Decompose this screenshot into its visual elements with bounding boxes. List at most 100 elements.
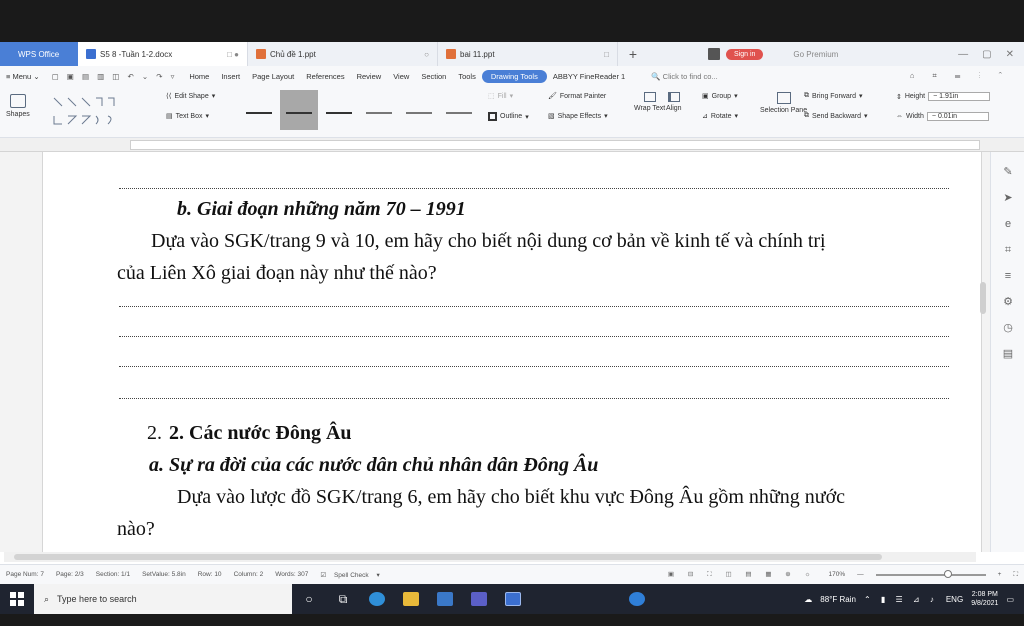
mail-icon[interactable] bbox=[428, 592, 462, 606]
menu-insert[interactable]: Insert bbox=[215, 72, 246, 81]
panel-icon[interactable]: ▤ bbox=[1002, 348, 1014, 360]
shape-effects-button[interactable]: ▧ Shape Effects ▾ bbox=[548, 112, 608, 121]
close-icon[interactable]: ✕ bbox=[1006, 49, 1014, 60]
shape-style-5[interactable] bbox=[400, 90, 438, 130]
view-mode-icons[interactable]: ▣ ⊟ ⛶ ◫ ▤ ▦ ⊕ ☼ bbox=[662, 570, 823, 579]
cortana-icon[interactable]: ○ bbox=[292, 592, 326, 606]
text-box-button[interactable]: ▤ Text Box ▾ bbox=[166, 112, 209, 121]
new-tab-button[interactable]: + bbox=[618, 46, 648, 62]
shape-style-3[interactable] bbox=[320, 90, 358, 130]
send-backward-button[interactable]: ⧉ Send Backward ▾ bbox=[804, 112, 868, 120]
paragraph-1-line-1: Dựa vào SGK/trang 9 và 10, em hãy cho bi… bbox=[151, 230, 826, 252]
zoom-out-icon[interactable]: — bbox=[851, 571, 870, 578]
outline-button[interactable]: Outline ▾ bbox=[488, 112, 529, 121]
weather-icon[interactable]: ☁ bbox=[804, 595, 812, 604]
pen-icon[interactable]: ✎ bbox=[1002, 166, 1014, 178]
tab-ppt-1[interactable]: Chủ đề 1.ppt ○ bbox=[248, 42, 438, 66]
language-indicator[interactable]: ENG bbox=[946, 595, 963, 604]
wps-taskbar-icon[interactable] bbox=[496, 592, 530, 606]
cloud-icon[interactable] bbox=[708, 48, 720, 60]
help-icon[interactable] bbox=[620, 592, 654, 606]
menu-drawing-tools[interactable]: Drawing Tools bbox=[481, 69, 547, 83]
sign-in-button[interactable]: Sign in bbox=[726, 48, 764, 60]
menu-page-layout[interactable]: Page Layout bbox=[246, 72, 300, 81]
cursor-icon[interactable]: ➤ bbox=[1002, 192, 1014, 204]
notification-icon[interactable]: ▭ bbox=[1006, 595, 1014, 604]
selection-pane-button[interactable]: Selection Pane bbox=[760, 92, 807, 114]
fill-button[interactable]: ⬚ Fill ▾ bbox=[488, 92, 513, 101]
menu-tools[interactable]: Tools bbox=[452, 72, 482, 81]
dotted-line bbox=[119, 336, 949, 337]
window-controls: — ▢ ✕ bbox=[958, 49, 1024, 60]
height-input[interactable]: − 1.91in bbox=[928, 92, 991, 101]
wrap-text-button[interactable]: Wrap Text bbox=[634, 92, 665, 112]
tab-close-icon[interactable]: □ ● bbox=[227, 50, 239, 59]
clock-date: 9/8/2021 bbox=[971, 600, 999, 607]
quick-access-icons[interactable]: ▢ ▣ ▤ ▥ ◫ ↶ ⌄ ↷ ▿ bbox=[46, 72, 184, 81]
format-icon[interactable]: ⌗ bbox=[1002, 244, 1014, 256]
settings-icon[interactable]: ⚙ bbox=[1002, 296, 1014, 308]
align-button[interactable]: Align bbox=[666, 92, 682, 112]
taskbar-search[interactable]: ⌕ Type here to search bbox=[34, 584, 292, 614]
outline-icon bbox=[488, 112, 497, 121]
bring-forward-button[interactable]: ⧉ Bring Forward ▾ bbox=[804, 92, 862, 100]
shape-style-1[interactable] bbox=[240, 90, 278, 130]
edit-shape-button[interactable]: ⟨⟨ Edit Shape ▾ bbox=[166, 92, 215, 101]
selection-pane-icon bbox=[776, 92, 791, 104]
group-button[interactable]: ▣ Group ▾ bbox=[702, 92, 738, 101]
zoom-knob[interactable] bbox=[943, 569, 952, 578]
weather-text[interactable]: 88°F Rain bbox=[820, 595, 856, 604]
clock[interactable]: 2:08 PM 9/8/2021 bbox=[971, 590, 998, 608]
zoom-level[interactable]: 170% bbox=[823, 571, 852, 578]
shape-style-2[interactable] bbox=[280, 90, 318, 130]
shape-style-6[interactable] bbox=[440, 90, 478, 130]
tray-icons[interactable]: ⌃ ▮ ☰ ⊿ ♪ bbox=[864, 595, 938, 604]
tab-pin-icon[interactable]: □ bbox=[604, 50, 609, 59]
go-premium-link[interactable]: Go Premium bbox=[793, 50, 838, 59]
zoom-in-icon[interactable]: + bbox=[992, 571, 1008, 578]
heading-a: a. Sự ra đời của các nước dân chủ nhân d… bbox=[149, 454, 599, 476]
shapes-button[interactable]: Shapes bbox=[6, 94, 30, 118]
status-bar: Page Num: 7 Page: 2/3 Section: 1/1 SetVa… bbox=[0, 564, 1024, 584]
wps-office-tab[interactable]: WPS Office bbox=[0, 42, 78, 66]
minimize-icon[interactable]: — bbox=[958, 49, 968, 60]
document-page[interactable]: b. Giai đoạn những năm 70 – 1991 Dựa vào… bbox=[42, 152, 982, 552]
file-explorer-icon[interactable] bbox=[394, 592, 428, 606]
horizontal-scrollbar[interactable] bbox=[4, 552, 976, 562]
task-view-icon[interactable]: ⧉ bbox=[326, 592, 360, 607]
edge-icon[interactable] bbox=[360, 592, 394, 606]
menu-button[interactable]: ≡ Menu ⌄ bbox=[0, 72, 46, 81]
menu-references[interactable]: References bbox=[300, 72, 350, 81]
spell-check-button[interactable]: ☑ Spell Check ▾ bbox=[314, 571, 385, 579]
drawing-tools-ribbon: Shapes ⟨⟨ Edit Shape ▾ ▤ Text Box ▾ ⬚ Fi… bbox=[0, 86, 1024, 138]
dotted-line bbox=[119, 306, 949, 307]
restore-icon[interactable]: ▢ bbox=[982, 49, 991, 60]
eraser-icon[interactable]: e bbox=[1002, 218, 1014, 230]
rotate-button[interactable]: ⊿ Rotate ▾ bbox=[702, 112, 738, 121]
menu-view[interactable]: View bbox=[387, 72, 415, 81]
tab-pin-icon[interactable]: ○ bbox=[424, 50, 429, 59]
tab-docx[interactable]: S5 8 -Tuần 1-2.docx □ ● bbox=[78, 42, 248, 66]
share-icons[interactable]: ⌂ ⌗ ☰ ⋮ ⌃ bbox=[910, 71, 1024, 81]
menu-section[interactable]: Section bbox=[415, 72, 452, 81]
menu-abbyy[interactable]: ABBYY FineReader 1 bbox=[547, 72, 631, 81]
shape-gallery[interactable] bbox=[50, 94, 142, 130]
horizontal-scroll-thumb[interactable] bbox=[14, 554, 882, 560]
format-painter-button[interactable]: 🖌 Format Painter bbox=[548, 92, 606, 101]
zoom-slider[interactable] bbox=[875, 569, 986, 578]
tab-ppt-2[interactable]: bai 11.ppt □ bbox=[438, 42, 618, 66]
shape-style-4[interactable] bbox=[360, 90, 398, 130]
menu-review[interactable]: Review bbox=[351, 72, 388, 81]
horizontal-ruler[interactable] bbox=[0, 138, 1024, 152]
windows-start-icon[interactable] bbox=[0, 592, 34, 606]
menu-home[interactable]: Home bbox=[183, 72, 215, 81]
width-input[interactable]: − 0.01in bbox=[926, 112, 989, 121]
teams-icon[interactable] bbox=[462, 592, 496, 606]
list-icon[interactable]: ≡ bbox=[1002, 270, 1014, 282]
history-icon[interactable]: ◷ bbox=[1002, 322, 1014, 334]
fullscreen-icon[interactable]: ⛶ bbox=[1007, 571, 1024, 579]
height-field: ⇕ Height − 1.91in bbox=[896, 92, 991, 101]
menu-label: Menu bbox=[12, 71, 32, 81]
find-search[interactable]: 🔍 Click to find co... bbox=[651, 72, 717, 81]
vertical-scrollbar[interactable] bbox=[980, 282, 986, 314]
